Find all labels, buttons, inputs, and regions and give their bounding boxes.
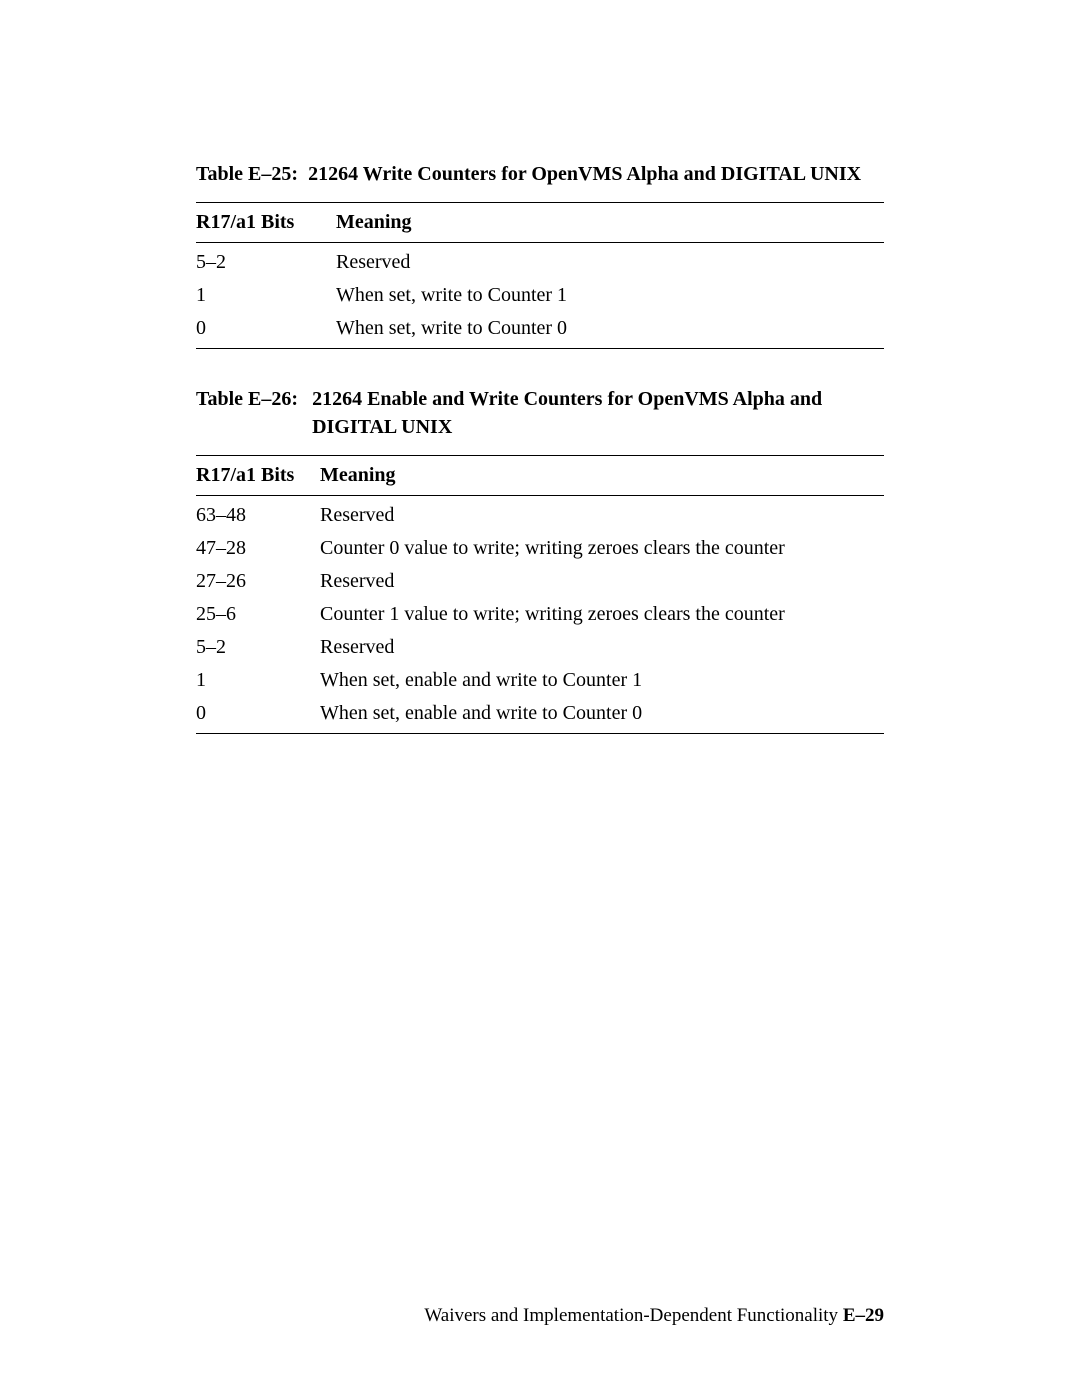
page-footer: Waivers and Implementation-Dependent Fun… (424, 1305, 884, 1327)
cell-meaning: Reserved (320, 496, 884, 533)
cell-meaning: Reserved (320, 631, 884, 664)
header-bits: R17/a1 Bits (196, 456, 320, 496)
table-row: 5–2 Reserved (196, 243, 884, 280)
table-title-text: 21264 Write Counters for OpenVMS Alpha a… (308, 163, 861, 185)
cell-bits: 5–2 (196, 243, 336, 280)
header-meaning: Meaning (320, 456, 884, 496)
header-meaning: Meaning (336, 203, 884, 243)
cell-meaning: Reserved (336, 243, 884, 280)
header-bits: R17/a1 Bits (196, 203, 336, 243)
table-row: 27–26 Reserved (196, 565, 884, 598)
page-content: Table E–25: 21264 Write Counters for Ope… (0, 0, 1080, 734)
table-label: Table E–25: (196, 160, 298, 188)
table-title-text: 21264 Enable and Write Counters for Open… (312, 385, 884, 441)
cell-bits: 27–26 (196, 565, 320, 598)
table-row: 25–6 Counter 1 value to write; writing z… (196, 598, 884, 631)
cell-bits: 1 (196, 279, 336, 312)
table-row: 1 When set, enable and write to Counter … (196, 664, 884, 697)
page-number: E–29 (843, 1305, 884, 1326)
cell-meaning: Reserved (320, 565, 884, 598)
cell-meaning: When set, enable and write to Counter 1 (320, 664, 884, 697)
cell-meaning: Counter 1 value to write; writing zeroes… (320, 598, 884, 631)
table-e26: R17/a1 Bits Meaning 63–48 Reserved 47–28… (196, 455, 884, 734)
table-e26-title: Table E–26: 21264 Enable and Write Count… (196, 385, 884, 441)
cell-meaning: Counter 0 value to write; writing zeroes… (320, 532, 884, 565)
table-header-row: R17/a1 Bits Meaning (196, 456, 884, 496)
cell-bits: 63–48 (196, 496, 320, 533)
cell-bits: 5–2 (196, 631, 320, 664)
table-header-row: R17/a1 Bits Meaning (196, 203, 884, 243)
cell-bits: 1 (196, 664, 320, 697)
table-e25: R17/a1 Bits Meaning 5–2 Reserved 1 When … (196, 202, 884, 349)
table-row: 5–2 Reserved (196, 631, 884, 664)
cell-bits: 25–6 (196, 598, 320, 631)
table-row: 1 When set, write to Counter 1 (196, 279, 884, 312)
table-label: Table E–26: (196, 385, 312, 441)
cell-bits: 0 (196, 697, 320, 734)
cell-meaning: When set, write to Counter 1 (336, 279, 884, 312)
cell-meaning: When set, write to Counter 0 (336, 312, 884, 349)
cell-bits: 47–28 (196, 532, 320, 565)
table-row: 47–28 Counter 0 value to write; writing … (196, 532, 884, 565)
footer-text: Waivers and Implementation-Dependent Fun… (424, 1305, 842, 1326)
table-row: 0 When set, enable and write to Counter … (196, 697, 884, 734)
cell-meaning: When set, enable and write to Counter 0 (320, 697, 884, 734)
cell-bits: 0 (196, 312, 336, 349)
table-row: 0 When set, write to Counter 0 (196, 312, 884, 349)
table-e25-title: Table E–25: 21264 Write Counters for Ope… (196, 160, 884, 188)
table-row: 63–48 Reserved (196, 496, 884, 533)
